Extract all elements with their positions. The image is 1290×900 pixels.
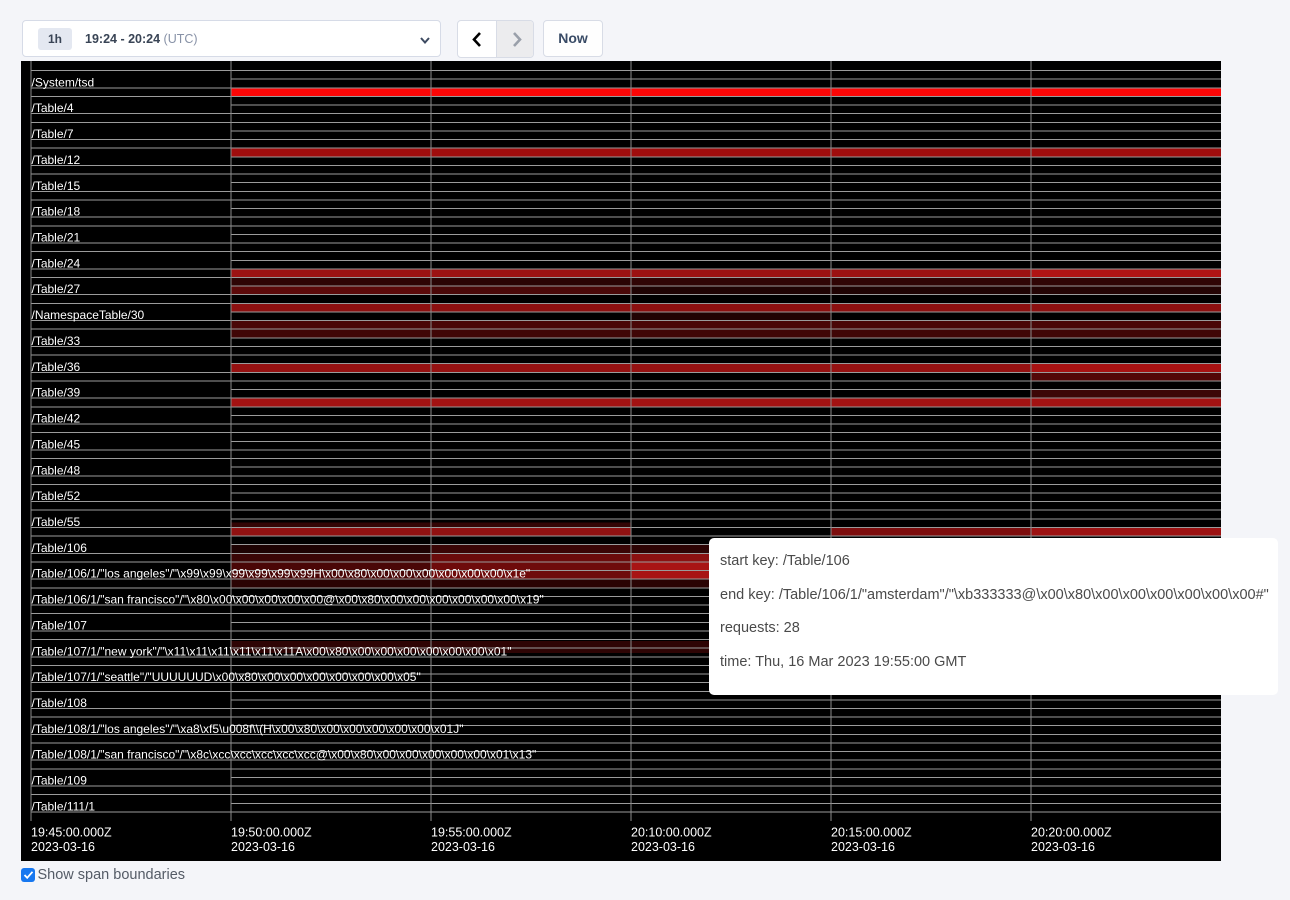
svg-text:/Table/109: /Table/109 [32, 774, 88, 788]
svg-text:/Table/7: /Table/7 [32, 127, 74, 141]
svg-text:/Table/106/1/"los angeles"/"\x: /Table/106/1/"los angeles"/"\x99\x99\x99… [32, 567, 531, 581]
svg-text:/Table/108: /Table/108 [32, 696, 88, 710]
svg-text:/Table/106/1/"san francisco"/": /Table/106/1/"san francisco"/"\x80\x00\x… [32, 593, 544, 607]
svg-text:2023-03-16: 2023-03-16 [831, 840, 895, 854]
svg-text:/Table/52: /Table/52 [32, 489, 81, 503]
svg-text:2023-03-16: 2023-03-16 [31, 840, 95, 854]
svg-text:/Table/45: /Table/45 [32, 437, 81, 451]
svg-text:/Table/33: /Table/33 [32, 334, 81, 348]
svg-text:/Table/21: /Table/21 [32, 231, 81, 245]
svg-text:20:20:00.000Z: 20:20:00.000Z [1031, 826, 1112, 840]
svg-text:/Table/107: /Table/107 [32, 618, 88, 632]
svg-text:19:55:00.000Z: 19:55:00.000Z [431, 826, 512, 840]
svg-text:/Table/36: /Table/36 [32, 360, 81, 374]
svg-text:/Table/48: /Table/48 [32, 463, 81, 477]
svg-text:/Table/111/1: /Table/111/1 [32, 799, 96, 813]
svg-text:/System/tsd: /System/tsd [32, 75, 95, 89]
svg-text:2023-03-16: 2023-03-16 [631, 840, 695, 854]
svg-text:/Table/18: /Table/18 [32, 205, 81, 219]
svg-text:/Table/107/1/"new york"/"\x11\: /Table/107/1/"new york"/"\x11\x11\x11\x1… [32, 644, 512, 658]
svg-text:/Table/55: /Table/55 [32, 515, 81, 529]
svg-text:2023-03-16: 2023-03-16 [1031, 840, 1095, 854]
svg-text:/Table/12: /Table/12 [32, 153, 81, 167]
svg-text:/Table/42: /Table/42 [32, 412, 81, 426]
svg-text:/Table/4: /Table/4 [32, 101, 74, 115]
svg-text:20:15:00.000Z: 20:15:00.000Z [831, 826, 912, 840]
svg-text:/Table/106: /Table/106 [32, 541, 88, 555]
svg-text:20:10:00.000Z: 20:10:00.000Z [631, 826, 712, 840]
svg-text:2023-03-16: 2023-03-16 [431, 840, 495, 854]
svg-text:/NamespaceTable/30: /NamespaceTable/30 [32, 308, 145, 322]
svg-text:19:45:00.000Z: 19:45:00.000Z [31, 826, 112, 840]
svg-text:/Table/39: /Table/39 [32, 386, 81, 400]
svg-text:/Table/107/1/"seattle"/"UUUUUU: /Table/107/1/"seattle"/"UUUUUUD\x00\x80\… [32, 670, 421, 684]
svg-text:/Table/24: /Table/24 [32, 256, 81, 270]
svg-text:/Table/15: /Table/15 [32, 179, 81, 193]
svg-text:/Table/108/1/"los angeles"/"\x: /Table/108/1/"los angeles"/"\xa8\xf5\u00… [32, 722, 464, 736]
svg-text:19:50:00.000Z: 19:50:00.000Z [231, 826, 312, 840]
svg-text:2023-03-16: 2023-03-16 [231, 840, 295, 854]
svg-text:/Table/27: /Table/27 [32, 282, 81, 296]
svg-text:/Table/108/1/"san francisco"/": /Table/108/1/"san francisco"/"\x8c\xcc\x… [32, 748, 537, 762]
